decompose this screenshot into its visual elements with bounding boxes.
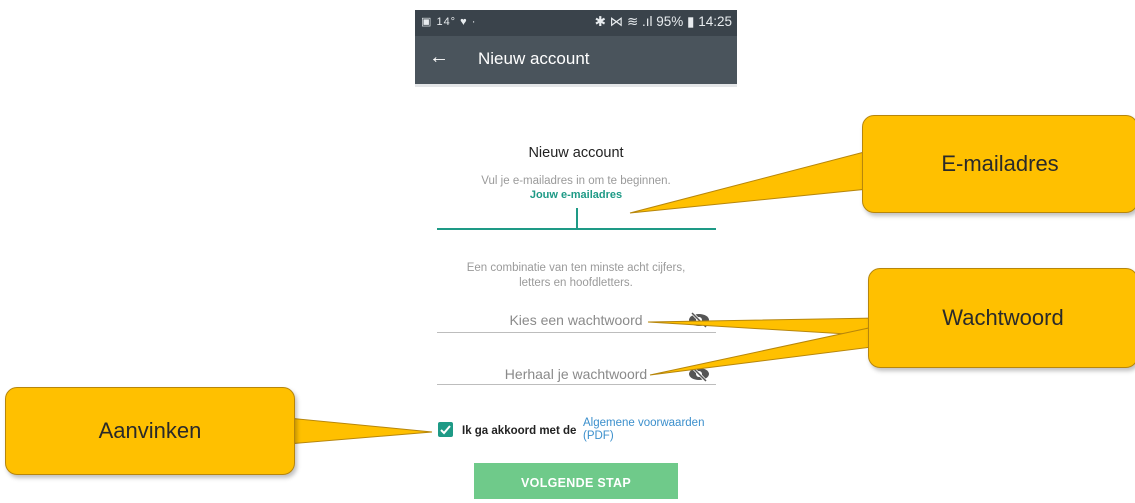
checkbox-callout: Aanvinken [5,387,295,475]
password-callout-pointer-2 [649,325,881,376]
checkbox-callout-label: Aanvinken [98,418,202,443]
email-callout-label: E-mailadres [941,151,1059,176]
checkbox-callout-pointer [287,417,433,445]
email-callout: E-mailadres [862,115,1135,213]
password-callout: Wachtwoord [868,268,1135,368]
email-callout-pointer [629,149,879,214]
password-callout-label: Wachtwoord [942,305,1064,330]
